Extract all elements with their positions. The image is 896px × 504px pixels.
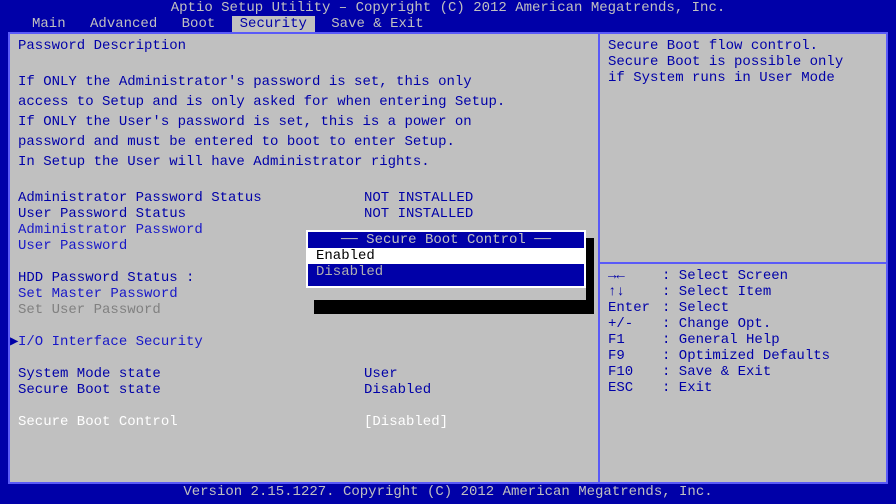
key-row: F10: Save & Exit xyxy=(608,364,886,380)
menubar: Main Advanced Boot Security Save & Exit xyxy=(0,16,896,32)
admin-pw-status-row: Administrator Password Status NOT INSTAL… xyxy=(18,190,598,206)
key-row: +/-: Change Opt. xyxy=(608,316,886,332)
desc-line: If ONLY the User's password is set, this… xyxy=(18,114,598,130)
key-arrows-lr-icon: →← xyxy=(608,268,662,284)
help-panel: Secure Boot flow control. Secure Boot is… xyxy=(608,38,886,86)
footer: Version 2.15.1227. Copyright (C) 2012 Am… xyxy=(0,484,896,500)
menu-main[interactable]: Main xyxy=(24,16,74,32)
key-row: F1: General Help xyxy=(608,332,886,348)
secure-boot-control-modal: ── Secure Boot Control ── Enabled Disabl… xyxy=(306,230,586,288)
key-legend: →←: Select Screen ↑↓: Select Item Enter:… xyxy=(608,268,886,396)
modal-title: ── Secure Boot Control ── xyxy=(308,232,584,248)
modal-shadow xyxy=(586,238,594,300)
secure-boot-control-value: [Disabled] xyxy=(364,414,448,430)
key-desc: : Save & Exit xyxy=(662,364,771,380)
key-desc: : Select Screen xyxy=(662,268,788,284)
user-pw-status-label: User Password Status xyxy=(18,206,364,222)
key-row: F9: Optimized Defaults xyxy=(608,348,886,364)
key-desc: : Select xyxy=(662,300,729,316)
key-row: Enter: Select xyxy=(608,300,886,316)
system-mode-value: User xyxy=(364,366,398,382)
key-enter: Enter xyxy=(608,300,662,316)
password-description-heading: Password Description xyxy=(18,38,598,54)
help-line: Secure Boot flow control. xyxy=(608,38,886,54)
desc-line: If ONLY the Administrator's password is … xyxy=(18,74,598,90)
desc-line: access to Setup and is only asked for wh… xyxy=(18,94,598,110)
main-frame: Password Description If ONLY the Adminis… xyxy=(8,32,888,484)
key-desc: : General Help xyxy=(662,332,780,348)
secure-boot-state-row: Secure Boot state Disabled xyxy=(18,382,598,398)
key-desc: : Optimized Defaults xyxy=(662,348,830,364)
user-pw-status-value: NOT INSTALLED xyxy=(364,206,473,222)
menu-boot[interactable]: Boot xyxy=(174,16,224,32)
key-arrows-ud-icon: ↑↓ xyxy=(608,284,662,300)
submenu-arrow-icon: ▶ xyxy=(10,334,18,350)
help-line: Secure Boot is possible only xyxy=(608,54,886,70)
io-interface-security-link[interactable]: ▶ I/O Interface Security xyxy=(18,334,598,350)
key-row: ↑↓: Select Item xyxy=(608,284,886,300)
admin-pw-status-value: NOT INSTALLED xyxy=(364,190,473,206)
titlebar: Aptio Setup Utility – Copyright (C) 2012… xyxy=(0,0,896,16)
desc-line: In Setup the User will have Administrato… xyxy=(18,154,598,170)
menu-security[interactable]: Security xyxy=(232,16,315,32)
key-desc: : Select Item xyxy=(662,284,771,300)
key-plusminus: +/- xyxy=(608,316,662,332)
desc-line: password and must be entered to boot to … xyxy=(18,134,598,150)
secure-boot-state-label: Secure Boot state xyxy=(18,382,364,398)
secure-boot-control-row[interactable]: Secure Boot Control [Disabled] xyxy=(18,414,598,430)
key-row: ESC: Exit xyxy=(608,380,886,396)
menu-save-exit[interactable]: Save & Exit xyxy=(323,16,431,32)
menu-advanced[interactable]: Advanced xyxy=(82,16,165,32)
io-interface-label: I/O Interface Security xyxy=(18,334,203,350)
key-desc: : Change Opt. xyxy=(662,316,771,332)
divider-horizontal xyxy=(600,262,886,264)
key-f10: F10 xyxy=(608,364,662,380)
modal-option-disabled[interactable]: Disabled xyxy=(308,264,584,280)
key-row: →←: Select Screen xyxy=(608,268,886,284)
key-f1: F1 xyxy=(608,332,662,348)
key-esc: ESC xyxy=(608,380,662,396)
help-line: if System runs in User Mode xyxy=(608,70,886,86)
admin-pw-status-label: Administrator Password Status xyxy=(18,190,364,206)
key-desc: : Exit xyxy=(662,380,712,396)
modal-option-enabled[interactable]: Enabled xyxy=(308,248,584,264)
system-mode-label: System Mode state xyxy=(18,366,364,382)
user-pw-status-row: User Password Status NOT INSTALLED xyxy=(18,206,598,222)
modal-shadow xyxy=(314,300,594,314)
key-f9: F9 xyxy=(608,348,662,364)
secure-boot-state-value: Disabled xyxy=(364,382,431,398)
system-mode-row: System Mode state User xyxy=(18,366,598,382)
secure-boot-control-label: Secure Boot Control xyxy=(18,414,364,430)
divider-vertical xyxy=(598,34,600,482)
